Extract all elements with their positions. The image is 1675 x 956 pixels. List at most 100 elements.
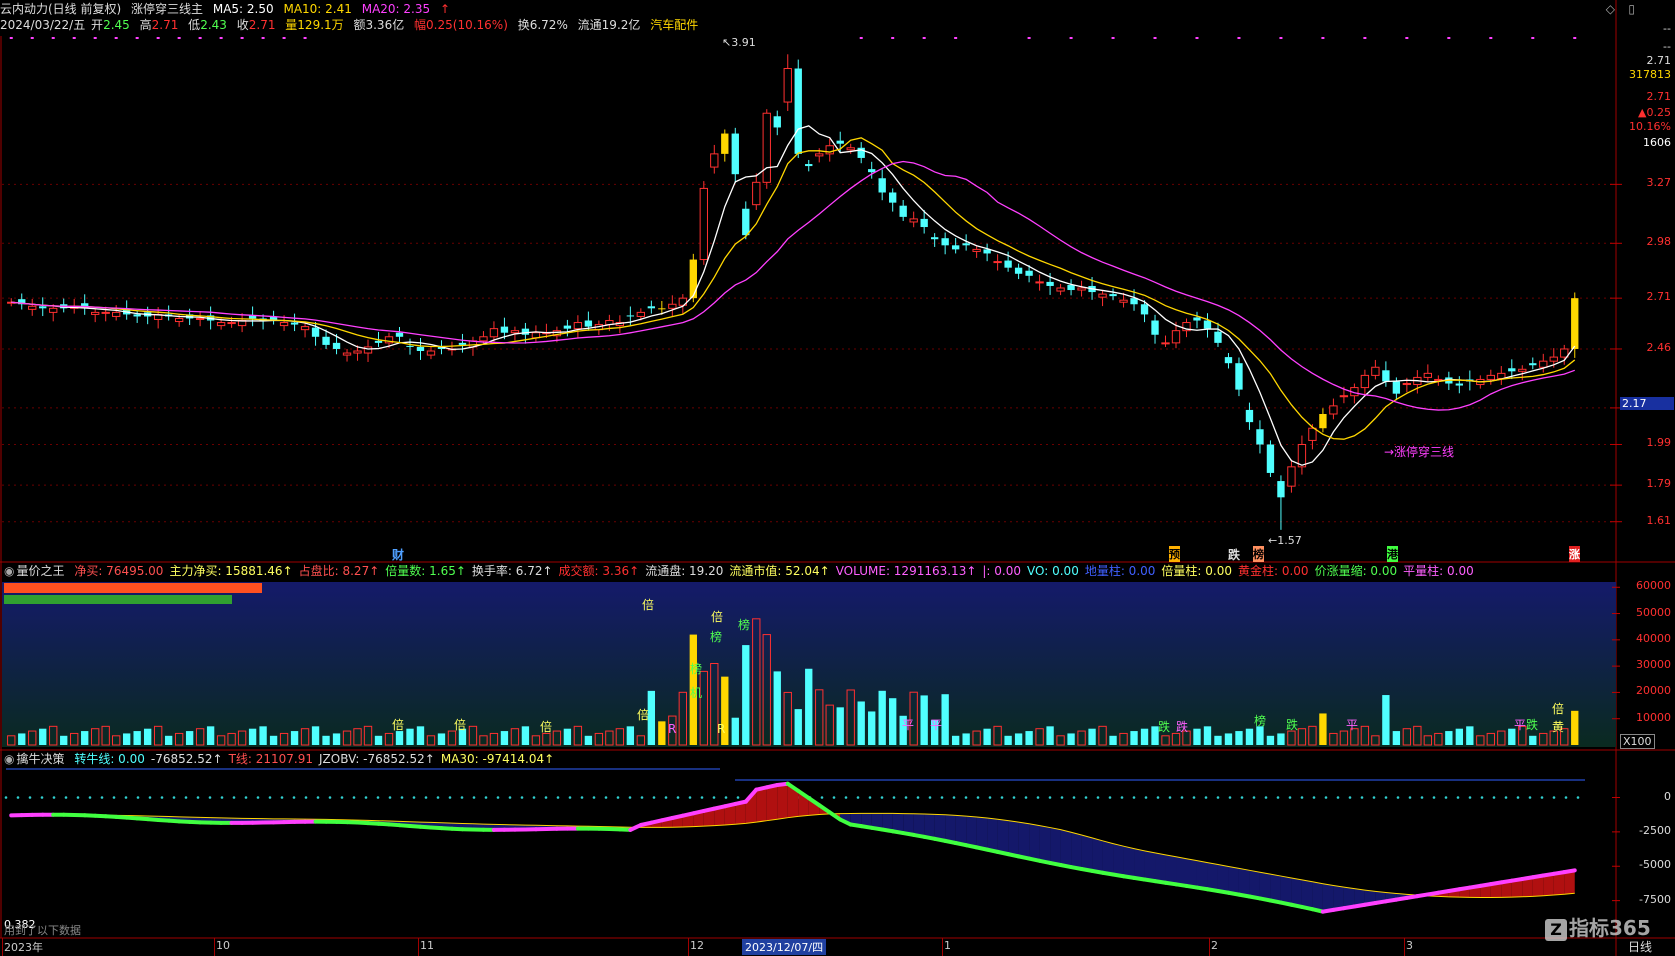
signal-zhang[interactable]: 涨 [1569,546,1580,562]
candle-body [972,248,981,252]
candle-body [227,322,236,325]
volume-tick-label: 40000 [1636,631,1671,645]
volume-mark: 榜 [738,618,751,632]
volume-mark: 平 [1346,718,1359,732]
volume-bar [290,731,299,745]
collapse-icon[interactable]: ◉ [4,564,14,578]
volume-mark: 倍 [540,720,553,734]
price-tick-label: 2.98 [1646,235,1672,249]
signal-dot [1279,37,1283,39]
candle-body [920,218,928,228]
signal-dot [1237,37,1241,39]
volume-unit: X100 [1620,734,1655,749]
zero-dot [64,796,68,799]
candle-body [699,187,708,261]
signal-die[interactable]: 跌 [1228,546,1240,563]
zero-dot [1168,796,1172,799]
zero-dot [1156,796,1160,799]
candle-body [489,328,499,338]
candle-body [521,328,530,335]
zero-dot [376,796,380,799]
signal-cai[interactable]: 财 [392,546,404,563]
volume-bar [563,728,572,745]
volume-panel-title[interactable]: 量价之王 [16,564,64,578]
zero-dot [1132,796,1136,799]
zero-dot [160,796,164,799]
zero-dot [16,796,20,799]
candle-body [1004,260,1012,268]
zero-dot [1036,796,1040,799]
volume-mark: 倍 [711,610,724,624]
signal-dot [1447,37,1451,39]
volume-stat: 流通市值: 52.04↑ [729,564,830,578]
volume-bar [1319,713,1327,745]
candle-body [1245,409,1254,423]
zero-dot [280,796,284,799]
candle-body [1308,427,1317,441]
candle-body [510,330,520,334]
zero-dot [640,796,644,799]
watermark: Z 指标365 [1545,912,1651,941]
candle-body [993,261,1002,264]
bull-fill [1039,825,1051,863]
volume-bar [1455,728,1463,745]
volume-bar [742,645,750,745]
zero-dot [904,796,908,799]
candle-body [1035,281,1044,284]
bull-fill [997,819,1009,855]
candle-body [1214,331,1222,343]
candle-body [951,245,960,250]
zero-dot [928,796,932,799]
zero-dot [292,796,296,799]
volume-bar [1046,726,1054,745]
volume-mark: 榜 [710,630,723,644]
bull-fill [1060,829,1072,868]
date-axis-tick [688,938,689,956]
bull-panel-header: ◉ 擒牛决策 转牛线: 0.00 -76852.52↑ T线: 21107.91 JZO… [4,750,560,768]
signal-bang[interactable]: 榜 [1253,546,1264,562]
candle-body [658,308,666,310]
candle-body [322,336,330,345]
volume-bar [1529,735,1537,745]
candle-body [846,147,855,151]
candle-body [815,153,824,157]
candle-body [1497,372,1506,379]
candle-body [573,322,583,330]
volume-bar [185,731,194,745]
zero-dot [400,796,404,799]
volume-tick-label: 10000 [1636,710,1671,724]
candle-body [1539,360,1548,368]
volume-bar [269,735,278,745]
bull-fill [1081,834,1093,871]
zero-dot [952,796,956,799]
candle-body [1193,317,1201,321]
zero-dot [1480,796,1484,799]
zero-dot [1336,796,1340,799]
volume-mark: 机 [690,686,703,700]
signal-yu[interactable]: 预 [1169,546,1180,562]
bull-fill [1249,870,1260,899]
bull-fill [1092,837,1103,873]
signal-dot [1489,37,1493,39]
volume-bar [500,731,509,745]
volume-bar [311,726,320,745]
volume-mark: 倍 [637,708,650,722]
zero-dot [1180,796,1184,799]
zero-dot [232,796,236,799]
kline-chart[interactable] [0,0,1675,956]
volume-bar [1130,731,1138,745]
bull-panel-title[interactable]: 擒牛决策 [16,752,64,766]
candle-body [49,307,58,313]
candle-body [406,345,414,347]
volume-bar [584,735,593,745]
volume-mark: 平 [902,718,915,732]
zero-dot [568,796,572,799]
collapse-icon-2[interactable]: ◉ [4,752,14,766]
candle-body [1025,270,1033,276]
signal-gang[interactable]: 港 [1387,546,1398,562]
volume-bar [1235,731,1243,745]
volume-mark: 跌 [1526,718,1539,732]
bull-fill [756,787,767,823]
volume-bar [164,735,173,745]
zero-dot [700,796,704,799]
